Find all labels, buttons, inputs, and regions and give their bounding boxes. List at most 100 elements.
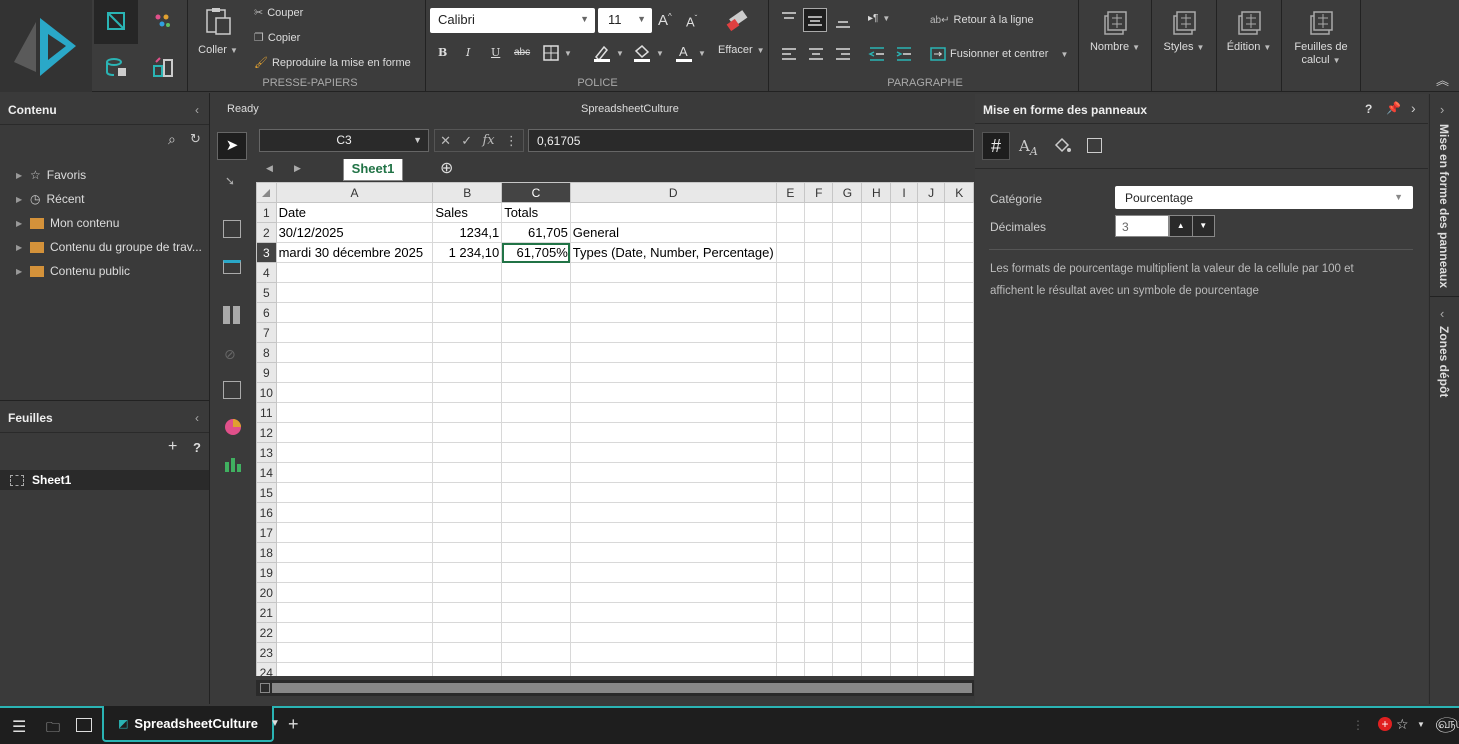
column-header[interactable]: E: [775, 182, 806, 203]
cell[interactable]: [275, 462, 434, 483]
cell[interactable]: [275, 422, 434, 443]
cell[interactable]: [861, 602, 892, 623]
clear-button[interactable]: Effacer ▼: [718, 44, 765, 56]
row-header[interactable]: 21: [256, 602, 277, 623]
cell[interactable]: [275, 382, 434, 403]
cell[interactable]: [916, 382, 946, 403]
column-header[interactable]: A: [275, 182, 434, 203]
cell[interactable]: [501, 382, 571, 403]
cell[interactable]: Types (Date, Number, Percentage): [569, 242, 777, 263]
cell[interactable]: [501, 462, 571, 483]
cell[interactable]: [861, 362, 892, 383]
cell[interactable]: [944, 542, 974, 563]
cell[interactable]: [916, 522, 946, 543]
cell[interactable]: [275, 282, 434, 303]
fill-color-button[interactable]: ▼: [632, 43, 664, 63]
cell[interactable]: [804, 522, 834, 543]
cell[interactable]: 1234,1: [432, 222, 503, 243]
cell[interactable]: [569, 542, 777, 563]
cell[interactable]: [275, 562, 434, 583]
tree-item-group-content[interactable]: ▶ Contenu du groupe de trav...: [0, 235, 209, 259]
cell[interactable]: [569, 282, 777, 303]
side-tab-format-panel[interactable]: Mise en forme des panneaux: [1437, 124, 1451, 288]
cell[interactable]: [804, 302, 834, 323]
cell[interactable]: [775, 442, 806, 463]
cell[interactable]: [890, 282, 918, 303]
add-sheet-tab-icon[interactable]: ⊕: [440, 158, 453, 178]
column-header[interactable]: B: [432, 182, 503, 203]
paste-button[interactable]: Coller ▼: [196, 6, 240, 66]
cell[interactable]: [944, 582, 974, 603]
cell[interactable]: [890, 662, 918, 676]
cell[interactable]: [804, 342, 834, 363]
folder-search-icon[interactable]: 🗀: [46, 717, 60, 741]
wrap-text-button[interactable]: ab↵ Retour à la ligne: [930, 14, 1034, 26]
cell[interactable]: [861, 282, 892, 303]
decrease-indent-button[interactable]: [868, 45, 886, 63]
decimals-input[interactable]: 3: [1115, 215, 1169, 237]
cell[interactable]: Sales: [432, 202, 503, 223]
cell[interactable]: [944, 642, 974, 663]
cell[interactable]: [275, 622, 434, 643]
cell[interactable]: [275, 442, 434, 463]
module-data-button[interactable]: [94, 46, 138, 90]
cell[interactable]: [944, 482, 974, 503]
cell[interactable]: [775, 302, 806, 323]
new-tab-icon[interactable]: +: [288, 714, 299, 735]
cell[interactable]: [275, 542, 434, 563]
cell[interactable]: [832, 322, 863, 343]
cell[interactable]: [832, 282, 863, 303]
cell[interactable]: [944, 402, 974, 423]
cell[interactable]: [804, 642, 834, 663]
cell[interactable]: [501, 602, 571, 623]
report-icon[interactable]: [223, 381, 241, 399]
cell[interactable]: [861, 582, 892, 603]
cell[interactable]: mardi 30 décembre 2025: [275, 242, 434, 263]
cell[interactable]: General: [569, 222, 777, 243]
row-header[interactable]: 1: [256, 202, 277, 223]
cell[interactable]: [890, 642, 918, 663]
scroll-left-icon[interactable]: [260, 683, 270, 693]
column-header[interactable]: J: [916, 182, 946, 203]
tab-font-format[interactable]: AA: [1019, 137, 1038, 158]
cell[interactable]: [916, 562, 946, 583]
collapse-ribbon-icon[interactable]: ︽: [1436, 70, 1449, 89]
select-all-corner[interactable]: [256, 182, 277, 203]
cell[interactable]: [861, 622, 892, 643]
cell[interactable]: [569, 402, 777, 423]
cell[interactable]: [890, 622, 918, 643]
cell[interactable]: [944, 622, 974, 643]
tab-border-format[interactable]: [1087, 138, 1102, 153]
cell[interactable]: [944, 662, 974, 676]
bold-button[interactable]: B: [438, 46, 447, 59]
align-bottom-button[interactable]: [834, 12, 852, 30]
cell[interactable]: [861, 382, 892, 403]
cell[interactable]: [832, 362, 863, 383]
format-table-icon[interactable]: [223, 306, 241, 324]
decrement-icon[interactable]: ▼: [1193, 216, 1215, 236]
cell[interactable]: [832, 622, 863, 643]
expand-caret-icon[interactable]: ▶: [16, 243, 24, 252]
cell[interactable]: [432, 402, 503, 423]
cell[interactable]: [775, 462, 806, 483]
sheet-tab-sheet1[interactable]: Sheet1: [343, 159, 403, 181]
tools-icon[interactable]: ⋮: [1352, 718, 1364, 732]
cell[interactable]: [432, 442, 503, 463]
cell[interactable]: [775, 602, 806, 623]
cell[interactable]: [432, 422, 503, 443]
column-header-selected[interactable]: C: [501, 182, 571, 203]
cell[interactable]: [775, 322, 806, 343]
cell[interactable]: [944, 602, 974, 623]
cell[interactable]: [804, 542, 834, 563]
cell[interactable]: [569, 262, 777, 283]
collapse-chevron-icon[interactable]: ‹: [195, 411, 199, 425]
text-direction-button[interactable]: ▸¶ ▼: [868, 13, 890, 24]
cell[interactable]: [916, 602, 946, 623]
column-header[interactable]: K: [944, 182, 974, 203]
cell[interactable]: [432, 502, 503, 523]
next-sheet-icon[interactable]: ▶: [294, 163, 301, 174]
row-header[interactable]: 16: [256, 502, 277, 523]
cell[interactable]: [775, 522, 806, 543]
cell[interactable]: [916, 582, 946, 603]
cell[interactable]: [775, 622, 806, 643]
